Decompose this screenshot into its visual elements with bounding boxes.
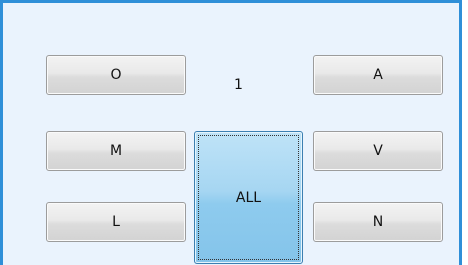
- m-button-label: M: [109, 143, 123, 159]
- o-button-label: O: [110, 67, 122, 83]
- m-button[interactable]: M: [46, 131, 186, 171]
- n-button-label: N: [372, 214, 384, 230]
- a-button-label: A: [373, 67, 383, 83]
- o-button[interactable]: O: [46, 55, 186, 95]
- n-button[interactable]: N: [313, 202, 443, 242]
- l-button[interactable]: L: [46, 202, 186, 242]
- count-label: 1: [234, 77, 243, 93]
- all-button[interactable]: ALL: [194, 131, 303, 264]
- button-panel: O 1 A M ALL V L N: [0, 0, 462, 265]
- v-button-label: V: [373, 143, 383, 159]
- l-button-label: L: [112, 214, 120, 230]
- v-button[interactable]: V: [313, 131, 443, 171]
- all-button-label: ALL: [235, 189, 262, 206]
- a-button[interactable]: A: [313, 55, 443, 95]
